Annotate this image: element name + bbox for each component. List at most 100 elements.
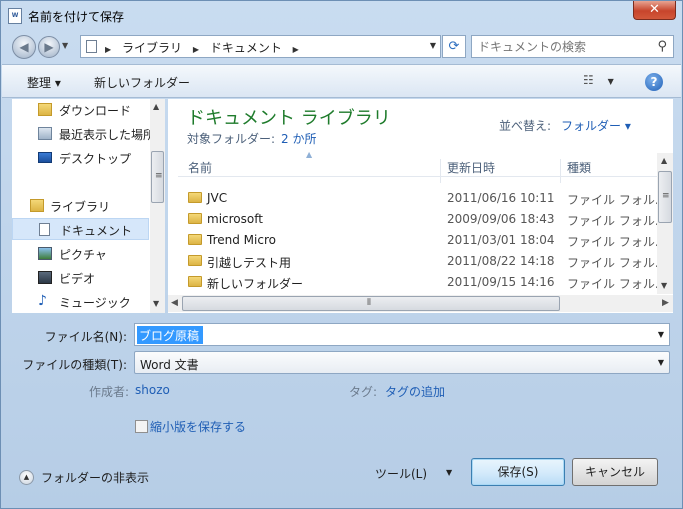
nav-item-documents[interactable]: ドキュメント: [12, 218, 149, 240]
file-list-horizontal-scrollbar[interactable]: ◀ ⦀ ▶: [168, 295, 673, 312]
music-icon: ♪: [38, 293, 47, 309]
save-thumbnail-label[interactable]: 縮小版を保存する: [150, 418, 246, 435]
cancel-button[interactable]: キャンセル: [572, 458, 658, 486]
arrange-by: 並べ替え: フォルダー ▾: [499, 117, 631, 134]
tools-menu-button[interactable]: ツール(L): [375, 465, 427, 482]
file-list-pane: ドキュメント ライブラリ 対象フォルダー: 2 か所 並べ替え: フォルダー ▾ 名…: [168, 99, 673, 313]
download-folder-icon: [38, 103, 52, 116]
breadcrumb: ▶ ライブラリ ▶ ドキュメント ▶: [105, 39, 306, 56]
nav-item-recent-places[interactable]: 最近表示した場所: [12, 123, 155, 145]
file-name: JVC: [207, 191, 228, 205]
back-button[interactable]: ◀: [12, 35, 36, 59]
tags-field[interactable]: タグの追加: [385, 383, 445, 400]
recent-places-icon: [38, 127, 52, 140]
file-row[interactable]: Trend Micro 2011/03/01 18:04 ファイル フォル...: [178, 230, 663, 251]
save-as-dialog: W 名前を付けて保存 ✕ ◀ ▶ ▼ ▶ ライブラリ ▶ ドキュメント ▶ ▼ …: [0, 0, 683, 509]
nav-item-videos[interactable]: ビデオ: [12, 267, 149, 289]
filename-dropdown-icon[interactable]: ▼: [658, 330, 664, 339]
folder-icon: [188, 255, 202, 266]
nav-item-label: デスクトップ: [59, 152, 132, 166]
column-header-type[interactable]: 種類: [567, 159, 591, 176]
scroll-right-icon[interactable]: ▶: [662, 298, 669, 308]
file-list-vertical-scrollbar[interactable]: ▲ ≡ ▼: [657, 153, 673, 294]
scroll-up-icon[interactable]: ▲: [661, 156, 667, 165]
tags-label: タグ:: [349, 385, 378, 399]
hide-folders-label[interactable]: フォルダーの非表示: [41, 469, 149, 486]
view-options-button[interactable]: ☷ ▼: [583, 73, 614, 87]
new-folder-button[interactable]: 新しいフォルダー: [94, 74, 190, 91]
breadcrumb-item-documents[interactable]: ドキュメント: [210, 41, 282, 55]
nav-item-desktop[interactable]: デスクトップ: [12, 147, 149, 169]
grip-icon: ⦀: [367, 298, 371, 308]
column-header-name[interactable]: 名前: [188, 159, 212, 176]
breadcrumb-item-library[interactable]: ライブラリ: [122, 41, 182, 55]
organize-menu-button[interactable]: 整理 ▾: [27, 74, 61, 91]
close-button[interactable]: ✕: [633, 1, 676, 20]
nav-item-music[interactable]: ♪ ミュージック: [12, 291, 149, 313]
file-row[interactable]: 新しいフォルダー 2011/09/15 14:16 ファイル フォル...: [178, 272, 663, 293]
scrollbar-thumb[interactable]: ⦀: [182, 296, 560, 311]
navigation-pane: ダウンロード 最近表示した場所 デスクトップ ライブラリ ドキュメント ピクチャ…: [12, 99, 165, 313]
scrollbar-thumb[interactable]: ≡: [151, 151, 164, 203]
breadcrumb-separator-icon[interactable]: ▶: [193, 45, 199, 54]
back-arrow-icon: ◀: [19, 40, 29, 54]
refresh-button[interactable]: ⟳: [442, 35, 466, 58]
address-bar[interactable]: ▶ ライブラリ ▶ ドキュメント ▶ ▼: [80, 35, 441, 58]
chevron-up-icon: ▲: [23, 473, 30, 481]
filetype-label: ファイルの種類(T):: [22, 358, 127, 372]
scrollbar-thumb[interactable]: ≡: [658, 171, 672, 223]
search-box[interactable]: ⚲: [471, 35, 674, 58]
nav-item-label: ダウンロード: [59, 104, 132, 118]
scroll-up-icon[interactable]: ▲: [153, 102, 159, 111]
library-title: ドキュメント ライブラリ: [187, 108, 391, 129]
breadcrumb-separator-icon[interactable]: ▶: [293, 45, 299, 54]
folder-icon: [188, 234, 202, 245]
file-row[interactable]: microsoft 2009/09/06 18:43 ファイル フォル...: [178, 209, 663, 230]
folder-icon: [188, 213, 202, 224]
recent-pages-dropdown[interactable]: ▼: [62, 41, 68, 50]
view-list-icon: ☷: [583, 73, 594, 87]
scroll-down-icon[interactable]: ▼: [153, 299, 159, 308]
filetype-select[interactable]: Word 文書 ▼: [134, 351, 670, 374]
help-button[interactable]: ?: [645, 73, 663, 91]
hide-folders-button[interactable]: ▲: [19, 470, 34, 485]
target-folders: 対象フォルダー: 2 か所: [187, 130, 317, 147]
nav-item-label: ミュージック: [59, 296, 131, 310]
file-name: Trend Micro: [207, 233, 276, 247]
save-button[interactable]: 保存(S): [471, 458, 565, 486]
arrange-by-dropdown[interactable]: フォルダー ▾: [561, 119, 631, 133]
scroll-down-icon[interactable]: ▼: [661, 281, 667, 290]
address-dropdown-icon[interactable]: ▼: [430, 41, 436, 50]
picture-icon: [38, 247, 52, 260]
grip-icon: ≡: [662, 191, 670, 201]
file-date: 2011/08/22 14:18: [447, 254, 555, 268]
nav-item-label: ビデオ: [59, 272, 96, 286]
search-icon[interactable]: ⚲: [657, 39, 667, 54]
breadcrumb-separator-icon[interactable]: ▶: [105, 45, 111, 54]
file-row[interactable]: JVC 2011/06/16 10:11 ファイル フォル...: [178, 188, 663, 209]
filetype-dropdown-icon[interactable]: ▼: [658, 358, 664, 367]
column-divider[interactable]: [440, 159, 441, 183]
nav-item-label: ライブラリ: [50, 200, 111, 214]
search-input[interactable]: [478, 38, 648, 56]
navigation-scrollbar[interactable]: ▲ ≡ ▼: [150, 99, 165, 313]
nav-item-label: ドキュメント: [60, 224, 133, 238]
tools-dropdown-icon[interactable]: ▼: [446, 468, 452, 477]
target-folders-link[interactable]: 2 か所: [281, 132, 316, 146]
column-divider[interactable]: [560, 159, 561, 183]
title-bar: W 名前を付けて保存 ✕: [1, 1, 682, 31]
file-name: microsoft: [207, 212, 263, 226]
nav-item-downloads[interactable]: ダウンロード: [12, 99, 149, 121]
nav-item-libraries[interactable]: ライブラリ: [12, 195, 149, 217]
file-row[interactable]: 引越しテスト用 2011/08/22 14:18 ファイル フォル...: [178, 251, 663, 272]
filename-field[interactable]: ▼: [134, 323, 670, 346]
column-header-date[interactable]: 更新日時: [447, 159, 495, 176]
filename-input[interactable]: [137, 326, 203, 344]
save-thumbnail-checkbox[interactable]: [135, 420, 148, 433]
nav-item-pictures[interactable]: ピクチャ: [12, 243, 149, 265]
scroll-left-icon[interactable]: ◀: [171, 298, 178, 308]
file-type: ファイル フォル...: [567, 193, 663, 207]
grip-icon: ≡: [155, 171, 163, 181]
forward-button[interactable]: ▶: [38, 36, 60, 58]
author-field[interactable]: shozo: [135, 383, 170, 397]
